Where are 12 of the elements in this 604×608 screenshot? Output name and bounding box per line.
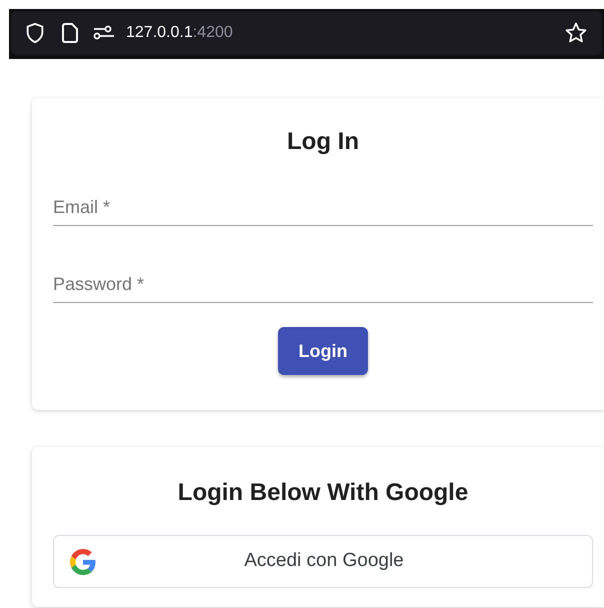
sliders-icon[interactable] (93, 25, 115, 41)
card-title: Login Below With Google (178, 478, 468, 508)
shield-icon[interactable] (24, 22, 46, 44)
url-text[interactable]: 127.0.0.1:4200 (126, 21, 233, 45)
input-field[interactable]: Password * (53, 267, 593, 303)
input-field[interactable]: Email * (53, 190, 593, 226)
google-icon (70, 548, 96, 574)
star-icon[interactable] (564, 21, 588, 45)
card-title: Log In (286, 127, 360, 157)
page-icon[interactable] (61, 23, 79, 43)
login-button[interactable]: Login (278, 327, 368, 375)
google-sign-in-button[interactable]: Accedi con Google (53, 535, 593, 588)
